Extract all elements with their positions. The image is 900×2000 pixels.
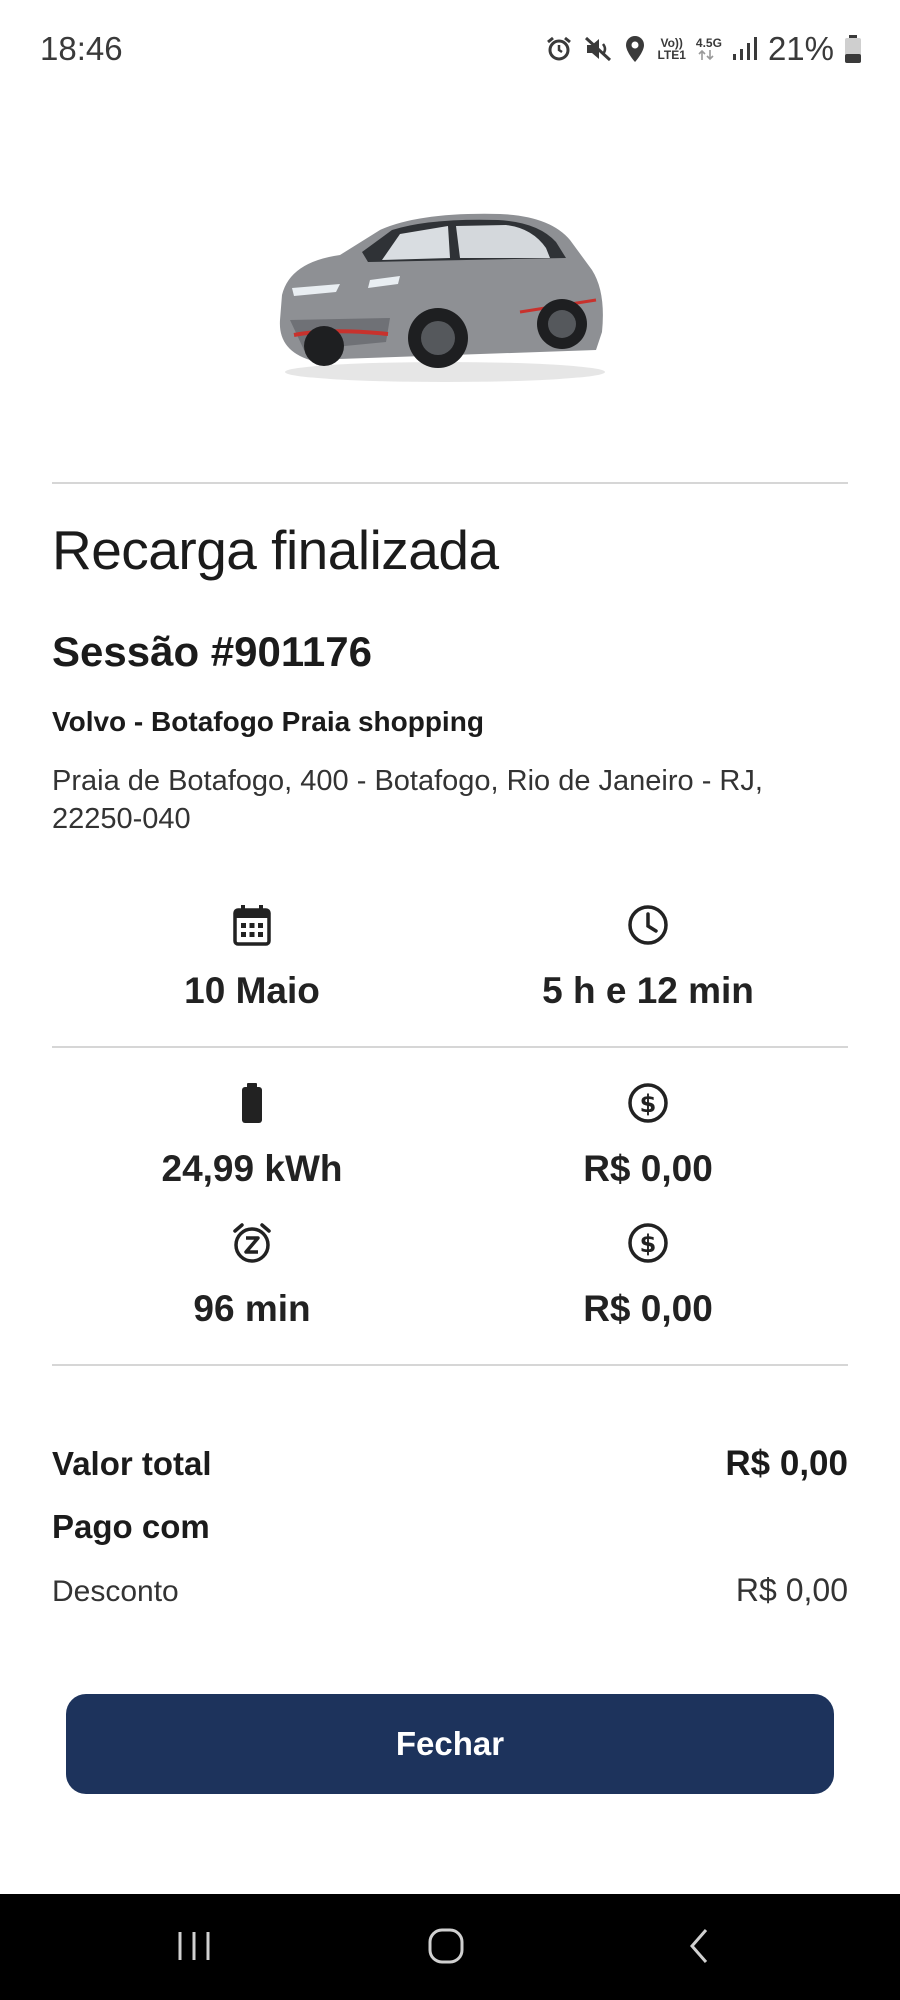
back-icon[interactable] bbox=[684, 1926, 714, 1971]
charge-date: 10 Maio bbox=[184, 970, 320, 1011]
close-button[interactable]: Fechar bbox=[66, 1694, 834, 1794]
paid-with-label: Pago com bbox=[52, 1508, 210, 1545]
status-icons: Vo)) LTE1 4.5G 21% bbox=[545, 30, 862, 68]
location-icon bbox=[623, 34, 647, 64]
divider-bottom bbox=[52, 1364, 848, 1366]
duration-cell: 5 h e 12 min bbox=[448, 902, 848, 1012]
charge-summary-screen: 18:46 Vo)) LTE1 4.5G 21% Recarga finaliz… bbox=[0, 0, 900, 2000]
dollar-circle-icon: $ bbox=[626, 1080, 670, 1126]
signal-icon bbox=[732, 36, 758, 62]
dollar-circle-icon: $ bbox=[626, 1220, 670, 1266]
recent-apps-icon[interactable] bbox=[176, 1926, 212, 1971]
battery-icon bbox=[844, 34, 862, 64]
vehicle-image bbox=[270, 200, 620, 390]
idle-time-cell: 96 min bbox=[52, 1220, 452, 1330]
session-number: Sessão #901176 bbox=[52, 628, 372, 675]
total-row: Valor total R$ 0,00 bbox=[52, 1444, 848, 1484]
paid-with-row: Pago com bbox=[52, 1508, 848, 1546]
station-name: Volvo - Botafogo Praia shopping bbox=[52, 706, 484, 737]
calendar-icon bbox=[232, 902, 272, 948]
battery-full-icon bbox=[240, 1080, 264, 1126]
battery-percent: 21% bbox=[767, 30, 834, 67]
energy-cost-cell: $ R$ 0,00 bbox=[448, 1080, 848, 1190]
energy-cell: 24,99 kWh bbox=[52, 1080, 452, 1190]
page-title: Recarga finalizada bbox=[52, 519, 499, 581]
energy-cost: R$ 0,00 bbox=[583, 1148, 713, 1189]
idle-time: 96 min bbox=[193, 1288, 311, 1329]
divider-top bbox=[52, 482, 848, 484]
svg-text:$: $ bbox=[640, 1090, 657, 1118]
svg-text:$: $ bbox=[640, 1230, 657, 1258]
date-cell: 10 Maio bbox=[52, 902, 452, 1012]
total-value: R$ 0,00 bbox=[725, 1444, 848, 1483]
total-label: Valor total bbox=[52, 1445, 212, 1482]
discount-label: Desconto bbox=[52, 1575, 179, 1608]
mute-icon bbox=[583, 35, 613, 63]
divider-middle bbox=[52, 1046, 848, 1048]
idle-cost-cell: $ R$ 0,00 bbox=[448, 1220, 848, 1330]
status-time: 18:46 bbox=[40, 30, 123, 67]
system-nav-bar bbox=[0, 1894, 900, 2000]
discount-value: R$ 0,00 bbox=[735, 1572, 848, 1608]
status-bar: 18:46 Vo)) LTE1 4.5G 21% bbox=[0, 0, 900, 100]
discount-row: Desconto R$ 0,00 bbox=[52, 1572, 848, 1609]
data-label: 4.5G bbox=[696, 37, 722, 61]
station-address: Praia de Botafogo, 400 - Botafogo, Rio d… bbox=[52, 765, 763, 835]
idle-cost: R$ 0,00 bbox=[583, 1288, 713, 1329]
clock-icon bbox=[626, 902, 670, 948]
home-icon[interactable] bbox=[426, 1926, 466, 1971]
energy-delivered: 24,99 kWh bbox=[161, 1148, 343, 1189]
charge-duration: 5 h e 12 min bbox=[542, 970, 754, 1011]
snooze-alarm-icon bbox=[230, 1220, 274, 1266]
alarm-icon bbox=[545, 35, 573, 63]
network-label: Vo)) LTE1 bbox=[657, 36, 686, 62]
